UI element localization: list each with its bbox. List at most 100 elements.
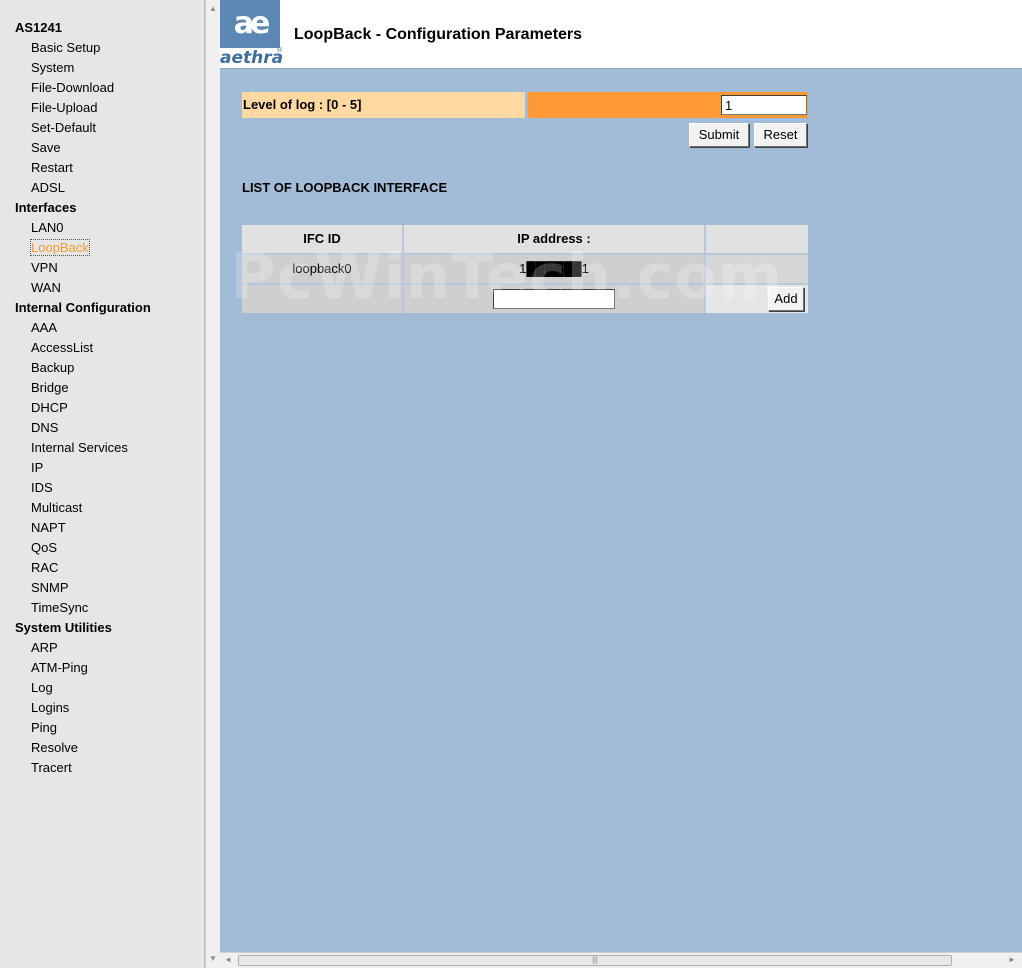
scroll-right-arrow-icon[interactable]: ► (1006, 954, 1018, 966)
scroll-down-arrow-icon[interactable]: ▼ (206, 952, 220, 966)
nav-item-arp[interactable]: ARP (0, 638, 205, 658)
submit-button[interactable]: Submit (689, 123, 749, 147)
column-header-ifc-id: IFC ID (242, 225, 402, 253)
column-header-actions (706, 225, 808, 253)
new-ip-address-input[interactable] (493, 289, 615, 309)
nav-item-file-download[interactable]: File-Download (0, 78, 205, 98)
nav-group-heading[interactable]: System Utilities (0, 618, 205, 638)
new-row-ifc-cell (242, 285, 402, 313)
nav-item-label: Multicast (31, 500, 83, 515)
nav-item-label: Backup (31, 360, 75, 375)
nav-item-label: RAC (31, 560, 59, 575)
nav-item-label: LoopBack (30, 239, 90, 256)
page-title: LoopBack - Configuration Parameters (294, 26, 583, 43)
main-horizontal-scrollbar[interactable]: ◄ ||| ► (220, 952, 1022, 968)
nav-item-multicast[interactable]: Multicast (0, 498, 205, 518)
loopback-list-title: LIST OF LOOPBACK INTERFACE (242, 180, 448, 195)
page-header: ae aethra ® LoopBack - Configuration Par… (220, 0, 1022, 69)
nav-item-qos[interactable]: QoS (0, 538, 205, 558)
nav-item-label: Ping (31, 720, 58, 735)
add-button[interactable]: Add (768, 287, 804, 311)
nav-item-label: LAN0 (31, 220, 64, 235)
nav-item-ids[interactable]: IDS (0, 478, 205, 498)
nav-item-set-default[interactable]: Set-Default (0, 118, 205, 138)
nav-item-loopback[interactable]: LoopBack (0, 238, 205, 258)
nav-item-tracert[interactable]: Tracert (0, 758, 205, 778)
nav-item-logins[interactable]: Logins (0, 698, 205, 718)
nav-item-file-upload[interactable]: File-Upload (0, 98, 205, 118)
row-divider (242, 253, 808, 255)
nav-item-napt[interactable]: NAPT (0, 518, 205, 538)
scrollbar-thumb[interactable]: ||| (238, 955, 952, 966)
nav-item-backup[interactable]: Backup (0, 358, 205, 378)
nav-item-restart[interactable]: Restart (0, 158, 205, 178)
nav-item-label: QoS (31, 540, 58, 555)
nav-item-label: TimeSync (31, 600, 89, 615)
nav-item-internal-services[interactable]: Internal Services (0, 438, 205, 458)
nav-item-label: ARP (31, 640, 58, 655)
nav-item-adsl[interactable]: ADSL (0, 178, 205, 198)
nav-item-label: AAA (31, 320, 58, 335)
nav-item-rac[interactable]: RAC (0, 558, 205, 578)
nav-group-heading[interactable]: Interfaces (0, 198, 205, 218)
reset-button[interactable]: Reset (754, 123, 807, 147)
loopback-interface-table: IFC ID IP address : loopback0 1██████1 A… (242, 225, 808, 313)
nav-vertical-scrollbar[interactable]: ▲ ▼ (205, 0, 220, 968)
nav-group-heading[interactable]: AS1241 (0, 18, 205, 38)
nav-item-lan0[interactable]: LAN0 (0, 218, 205, 238)
nav-item-log[interactable]: Log (0, 678, 205, 698)
nav-item-label: IDS (31, 480, 53, 495)
nav-item-snmp[interactable]: SNMP (0, 578, 205, 598)
nav-item-label: Bridge (31, 380, 69, 395)
nav-item-ping[interactable]: Ping (0, 718, 205, 738)
table-cell-empty (706, 255, 808, 283)
column-divider (402, 225, 404, 313)
nav-item-wan[interactable]: WAN (0, 278, 205, 298)
nav-item-label: AccessList (31, 340, 94, 355)
nav-item-dhcp[interactable]: DHCP (0, 398, 205, 418)
nav-item-label: IP (31, 460, 44, 475)
nav-item-label: DNS (31, 420, 59, 435)
nav-item-label: Restart (31, 160, 73, 175)
nav-item-label: NAPT (31, 520, 66, 535)
nav-item-atm-ping[interactable]: ATM-Ping (0, 658, 205, 678)
logo-mark: ae (233, 6, 271, 41)
nav-item-save[interactable]: Save (0, 138, 205, 158)
nav-item-label: DHCP (31, 400, 68, 415)
nav-item-label: Log (31, 680, 53, 695)
main-content: ae aethra ® LoopBack - Configuration Par… (220, 0, 1022, 952)
nav-item-system[interactable]: System (0, 58, 205, 78)
nav-item-label: VPN (31, 260, 58, 275)
nav-item-vpn[interactable]: VPN (0, 258, 205, 278)
nav-item-label: Set-Default (31, 120, 97, 135)
nav-item-label: Basic Setup (31, 40, 101, 55)
nav-item-basic-setup[interactable]: Basic Setup (0, 38, 205, 58)
scroll-left-arrow-icon[interactable]: ◄ (222, 954, 234, 966)
table-cell-ip-address: 1██████1 (404, 255, 704, 283)
nav-item-label: System (31, 60, 75, 75)
nav-item-label: ATM-Ping (31, 660, 88, 675)
aethra-logo-icon: ae (220, 0, 280, 48)
nav-item-ip[interactable]: IP (0, 458, 205, 478)
nav-item-label: Tracert (31, 760, 72, 775)
nav-item-resolve[interactable]: Resolve (0, 738, 205, 758)
nav-item-label: Resolve (31, 740, 78, 755)
row-divider (242, 283, 808, 285)
nav-item-label: SNMP (31, 580, 69, 595)
nav-group-heading[interactable]: Internal Configuration (0, 298, 205, 318)
log-level-field-cell (528, 92, 808, 118)
nav-item-dns[interactable]: DNS (0, 418, 205, 438)
nav-item-bridge[interactable]: Bridge (0, 378, 205, 398)
log-level-input[interactable] (721, 95, 807, 115)
navigation-panel: AS1241 Basic Setup System File-Download File… (0, 0, 205, 968)
nav-item-label: Internal Services (31, 440, 128, 455)
nav-item-timesync[interactable]: TimeSync (0, 598, 205, 618)
nav-item-aaa[interactable]: AAA (0, 318, 205, 338)
registered-mark: ® (277, 47, 283, 54)
column-header-ip-address: IP address : (404, 225, 704, 253)
table-cell-ifc-id: loopback0 (242, 255, 402, 283)
column-divider (704, 225, 706, 313)
nav-item-accesslist[interactable]: AccessList (0, 338, 205, 358)
scroll-up-arrow-icon[interactable]: ▲ (206, 2, 220, 16)
nav-item-label: ADSL (31, 180, 65, 195)
